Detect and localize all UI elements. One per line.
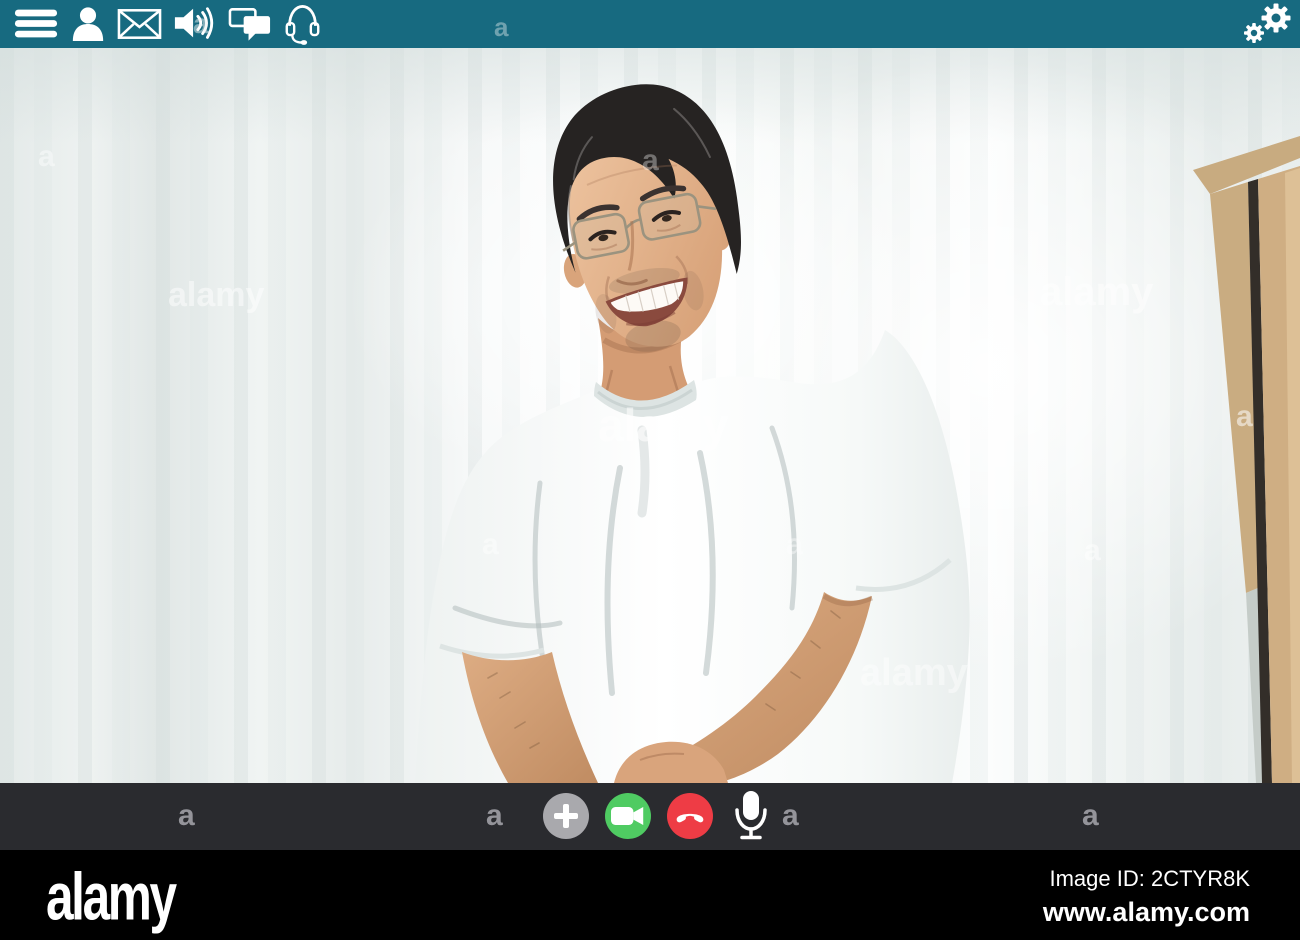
- video-camera-icon: [611, 807, 644, 825]
- plus-icon: [554, 804, 578, 828]
- watermark-a: a: [178, 799, 195, 832]
- alamy-footer-bar: alamy Image ID: 2CTYR8K www.alamy.com: [0, 850, 1300, 940]
- microphone-icon: [735, 791, 767, 840]
- watermark-a: a: [782, 799, 799, 832]
- toolbar-icon-group: [0, 3, 321, 45]
- call-control-bar: a a a a: [0, 783, 1300, 850]
- image-id-text: Image ID: 2CTYR8K: [1049, 866, 1250, 891]
- user-icon[interactable]: [70, 4, 106, 44]
- volume-icon[interactable]: [173, 4, 217, 44]
- chat-icon[interactable]: [228, 4, 273, 44]
- watermark-a: a: [486, 799, 503, 832]
- wooden-frame: [1193, 136, 1300, 783]
- alamy-logo: alamy: [46, 860, 177, 935]
- top-toolbar: a a: [0, 0, 1300, 48]
- mail-icon[interactable]: [117, 6, 162, 42]
- watermark-a: a: [1082, 799, 1099, 832]
- remote-video-feed: alamy alamy alamy alamy a a a a a a a: [0, 48, 1300, 783]
- alamy-url-text: www.alamy.com: [1042, 897, 1250, 927]
- menu-icon[interactable]: [13, 7, 59, 41]
- video-call-window: a a alamy alamy alamy alamy a a a a a a …: [0, 0, 1300, 940]
- phone-hangup-icon: [676, 813, 704, 823]
- microphone-button[interactable]: [728, 791, 774, 840]
- video-scene: [415, 84, 1300, 783]
- add-participant-button[interactable]: [543, 793, 589, 839]
- settings-gears-icon[interactable]: [1240, 2, 1292, 51]
- header-watermark-a: a: [494, 12, 509, 42]
- footer-info: Image ID: 2CTYR8K www.alamy.com: [1043, 866, 1250, 928]
- man-figure: [415, 84, 970, 783]
- support-headset-icon[interactable]: [284, 3, 321, 45]
- end-call-button[interactable]: [667, 793, 713, 839]
- video-camera-button[interactable]: [605, 793, 651, 839]
